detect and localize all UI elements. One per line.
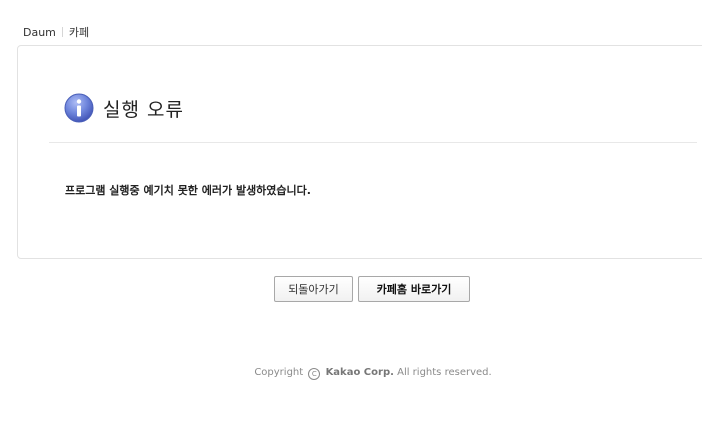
copyright-icon: C — [308, 368, 321, 380]
copyright-prefix: Copyright — [254, 367, 304, 378]
cafe-home-button[interactable]: 카페홈 바로가기 — [358, 276, 470, 302]
company-name: Kakao Corp. — [325, 367, 394, 378]
top-navigation: Daum 카페 — [23, 24, 89, 40]
nav-separator — [61, 27, 63, 37]
action-buttons: 되돌아가기 카페홈 바로가기 — [274, 276, 470, 302]
title-divider — [49, 142, 697, 143]
error-message: 프로그램 실행중 예기치 못한 에러가 발생하였습니다. — [65, 184, 311, 197]
rights-text: All rights reserved. — [397, 367, 492, 378]
cafe-link[interactable]: 카페 — [69, 24, 89, 40]
error-card: 실행 오류 프로그램 실행중 예기치 못한 에러가 발생하였습니다. — [17, 45, 702, 259]
footer-copyright: Copyright C Kakao Corp. All rights reser… — [0, 367, 702, 380]
error-page: Daum 카페 실행 오류 프로그램 실행중 예기치 못한 에러가 발생하였습니… — [0, 0, 702, 422]
back-button[interactable]: 되돌아가기 — [274, 276, 353, 302]
daum-link[interactable]: Daum — [23, 26, 56, 39]
error-title-row: 실행 오류 — [64, 93, 184, 123]
info-icon — [64, 93, 94, 123]
error-title: 실행 오류 — [103, 98, 184, 121]
